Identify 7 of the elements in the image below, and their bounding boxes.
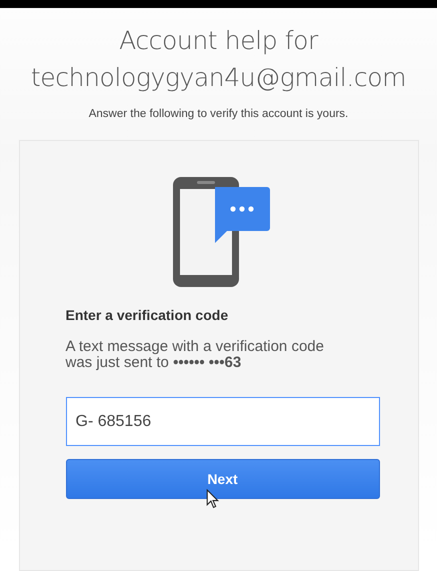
page-title: Account help for technologygyan4u@gmail.com bbox=[30, 25, 406, 94]
mouse-pointer-icon bbox=[206, 489, 218, 509]
code-input-field[interactable]: G- 685156 bbox=[66, 397, 380, 446]
next-button[interactable]: Next bbox=[66, 459, 380, 499]
page-subtitle: Answer the following to verify this account is yours. bbox=[88, 108, 348, 120]
verification-message: A text message with a verification code was just sent to •••••• •••63 bbox=[66, 339, 325, 371]
verification-heading: Enter a verification code bbox=[66, 307, 228, 323]
